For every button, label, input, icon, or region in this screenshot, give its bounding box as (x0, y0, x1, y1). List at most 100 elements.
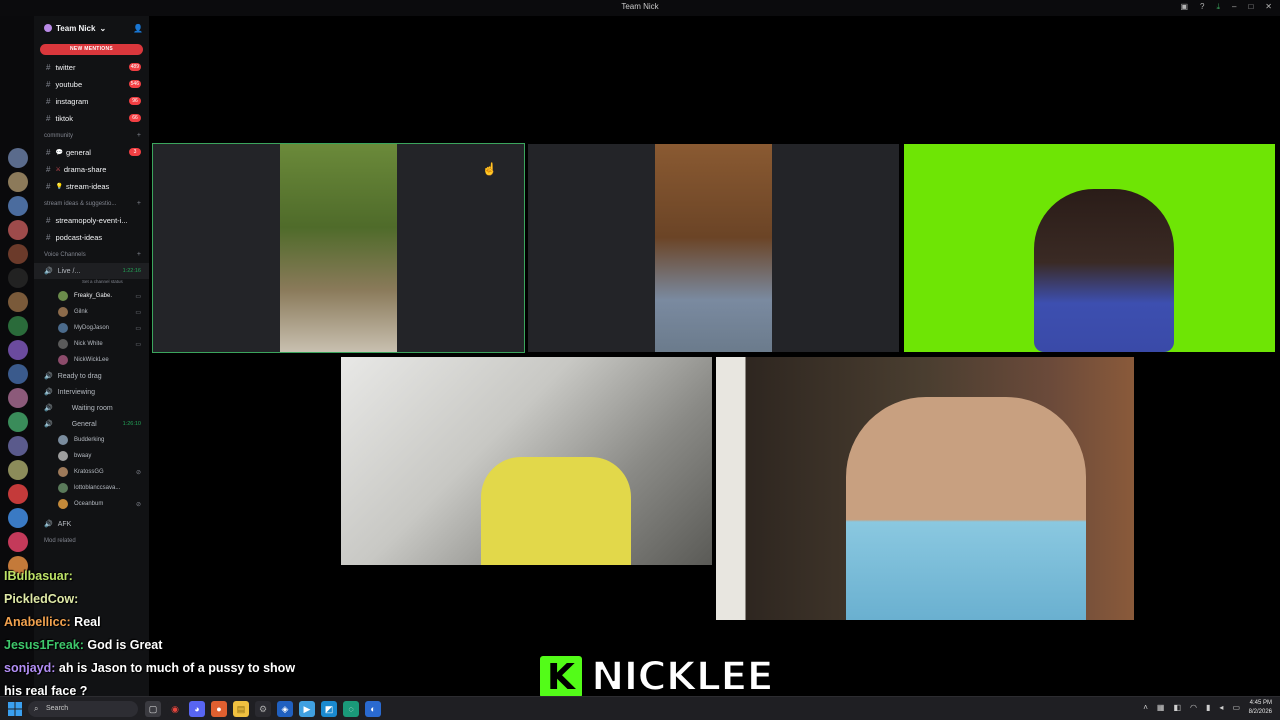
channel-podcast-ideas[interactable]: # podcast-ideas (34, 229, 149, 246)
app-icon[interactable]: ⚙ (255, 701, 271, 717)
voice-user[interactable]: Gilnk ▭ (34, 304, 149, 320)
voice-user[interactable]: bwaay (34, 448, 149, 464)
chrome-icon[interactable]: ◉ (167, 701, 183, 717)
category-mod-related[interactable]: Mod related (34, 532, 149, 549)
new-mentions-badge[interactable]: NEW MENTIONS (40, 44, 143, 55)
channel-instagram[interactable]: # instagram 96 (34, 93, 149, 110)
wifi-icon[interactable]: ◠ (1190, 703, 1197, 712)
server-icon[interactable] (8, 196, 28, 216)
app-icon[interactable]: ◩ (321, 701, 337, 717)
voice-channel-live[interactable]: 🔊 Live /... 1:22:16 (34, 263, 149, 279)
server-icon[interactable] (8, 292, 28, 312)
voice-user[interactable]: Nick White ▭ (34, 336, 149, 352)
channel-drama-share[interactable]: # ⚔ drama-share (34, 161, 149, 178)
mic-icon[interactable]: ▮ (1206, 703, 1210, 712)
taskbar-clock[interactable]: 4:45 PM 8/2/2026 (1249, 699, 1272, 717)
video-tile-1[interactable] (152, 143, 525, 353)
server-icon[interactable] (8, 484, 28, 504)
add-channel-icon[interactable]: + (137, 200, 141, 207)
add-channel-icon[interactable]: + (137, 251, 141, 258)
voice-user[interactable]: Freaky_Gabe. ▭ (34, 288, 149, 304)
app-icon[interactable]: ▶ (299, 701, 315, 717)
server-icon[interactable] (8, 412, 28, 432)
screen-share-icon: ▭ (135, 309, 141, 316)
add-channel-icon[interactable]: + (137, 132, 141, 139)
inbox-icon[interactable]: ▣ (1180, 2, 1188, 12)
edge-icon[interactable]: ◌ (343, 701, 359, 717)
channel-status[interactable]: Set a channel status (34, 279, 149, 288)
taskbar-search[interactable]: ⌕ Search (28, 701, 138, 717)
channel-twitter[interactable]: # twitter 489 (34, 59, 149, 76)
help-icon[interactable]: ? (1200, 2, 1204, 12)
video-tile-4[interactable] (341, 357, 712, 565)
category-stream-ideas[interactable]: stream ideas & suggestio... + (34, 195, 149, 212)
voice-user[interactable]: NickWickLee (34, 352, 149, 368)
channel-stream-ideas[interactable]: # 💡 stream-ideas (34, 178, 149, 195)
server-icon[interactable] (8, 340, 28, 360)
download-icon[interactable]: ⤓ (1216, 2, 1220, 12)
chat-message: PickledCow: (4, 592, 79, 606)
server-header[interactable]: Team Nick ⌄ 👤 (34, 16, 149, 40)
voice-user[interactable]: Budderking (34, 432, 149, 448)
mention-count: 96 (129, 97, 141, 105)
server-name: Team Nick (56, 23, 96, 33)
voice-user[interactable]: KratossGG ⊘ (34, 464, 149, 480)
video-tile-2[interactable] (528, 144, 899, 352)
tray-app-icon[interactable]: ▦ (1157, 703, 1165, 712)
discord-icon[interactable]: ◕ (189, 701, 205, 717)
server-icon[interactable] (8, 460, 28, 480)
voice-channel-interviewing[interactable]: 🔊 Interviewing (34, 384, 149, 400)
battery-icon[interactable]: ▭ (1232, 703, 1240, 712)
kick-logo-icon: K (537, 653, 585, 701)
video-tile-3[interactable] (904, 144, 1275, 352)
task-view-icon[interactable]: ▢ (145, 701, 161, 717)
tray-app-icon[interactable]: ◧ (1173, 703, 1181, 712)
server-icon[interactable] (8, 172, 28, 192)
add-user-icon[interactable]: 👤 (133, 24, 143, 33)
channel-streamopoly[interactable]: # streamopoly-event-i... (34, 212, 149, 229)
server-icon[interactable] (8, 436, 28, 456)
hash-icon: # (46, 97, 51, 106)
close-icon[interactable]: ✕ (1265, 2, 1272, 12)
server-icon[interactable] (8, 244, 28, 264)
hash-icon: # (46, 216, 51, 225)
app-icon[interactable]: ◐ (365, 701, 381, 717)
screen-share-icon: ▭ (135, 325, 141, 332)
voice-channel-general[interactable]: 🔊 General 1:26:10 (34, 416, 149, 432)
avatar (58, 483, 68, 493)
voice-user[interactable]: Oceanbum ⊘ (34, 496, 149, 512)
channel-general[interactable]: # 💬 general 3 (34, 144, 149, 161)
speaker-icon: 🔊 (44, 373, 53, 380)
camera-feed (655, 144, 772, 352)
voice-user[interactable]: lottoblanccsava... (34, 480, 149, 496)
minimize-icon[interactable]: – (1232, 2, 1236, 12)
file-explorer-icon[interactable]: ▤ (233, 701, 249, 717)
server-icon[interactable] (8, 268, 28, 288)
server-icon[interactable] (8, 508, 28, 528)
app-icon[interactable]: ● (211, 701, 227, 717)
camera-feed-subject (846, 397, 1086, 620)
server-icon[interactable] (8, 532, 28, 552)
app-icon[interactable]: ◈ (277, 701, 293, 717)
server-icon[interactable] (8, 316, 28, 336)
mention-count: 489 (128, 63, 141, 71)
voice-user[interactable]: MyDogJason ▭ (34, 320, 149, 336)
server-icon[interactable] (8, 388, 28, 408)
server-icon[interactable] (8, 148, 28, 168)
server-icon[interactable] (8, 364, 28, 384)
windows-start-icon[interactable] (8, 702, 22, 716)
maximize-icon[interactable]: □ (1248, 2, 1253, 12)
category-community[interactable]: community + (34, 127, 149, 144)
voice-channel-afk[interactable]: 🔊 AFK (34, 516, 149, 532)
video-tile-5[interactable] (716, 357, 1134, 620)
volume-icon[interactable]: ◂ (1219, 703, 1223, 712)
category-voice[interactable]: Voice Channels + (34, 246, 149, 263)
channel-youtube[interactable]: # youtube 546 (34, 76, 149, 93)
channel-tiktok[interactable]: # tiktok 66 (34, 110, 149, 127)
chevron-down-icon: ⌄ (99, 23, 107, 33)
voice-channel-waiting[interactable]: 🔊 Waiting room (34, 400, 149, 416)
voice-channel-ready[interactable]: 🔊 Ready to drag (34, 368, 149, 384)
server-icon[interactable] (8, 220, 28, 240)
chevron-up-icon[interactable]: ˄ (1143, 703, 1148, 712)
avatar (58, 451, 68, 461)
